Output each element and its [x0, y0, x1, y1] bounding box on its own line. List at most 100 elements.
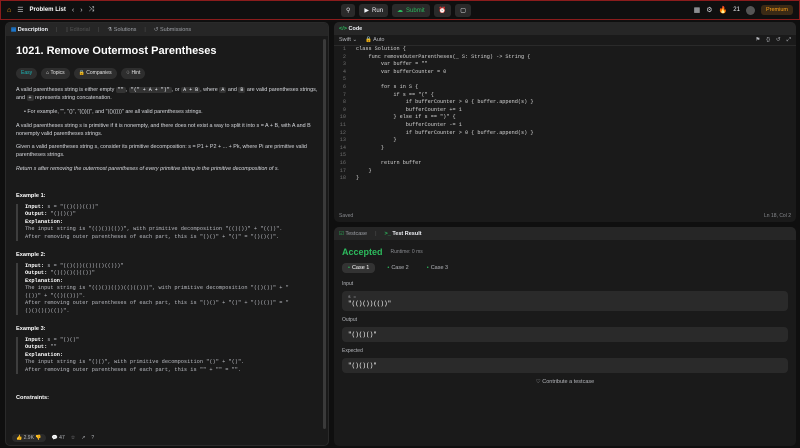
doc-icon: ▤	[11, 26, 17, 33]
code-line[interactable]: 6 for s in S {	[334, 84, 796, 92]
code-line[interactable]: 7 if s == "(" {	[334, 92, 796, 100]
run-button[interactable]: ▶ Run	[359, 4, 389, 17]
case-3-tab[interactable]: • Case 3	[421, 263, 454, 273]
line-number: 8	[342, 99, 346, 106]
streak-icon[interactable]: 🔥	[719, 6, 728, 14]
code-line[interactable]: 12 if bufferCounter > 0 { buffer.append(…	[334, 130, 796, 138]
tab-submissions[interactable]: ↺ Submissions	[154, 27, 191, 33]
flask-icon: ⚗	[107, 26, 113, 33]
auto-toggle[interactable]: 🔒 Auto	[365, 37, 384, 43]
star-icon[interactable]: ☆	[71, 435, 75, 441]
settings-icon[interactable]: ⚙	[706, 6, 712, 14]
hint-button[interactable]: ♢ Hint	[120, 67, 146, 80]
code-line[interactable]: 18}	[334, 175, 796, 183]
code-line[interactable]: 17 }	[334, 168, 796, 176]
tab-testcase[interactable]: ☑ Testcase	[339, 231, 367, 237]
contribute-testcase-link[interactable]: ♡ Contribute a testcase	[334, 379, 796, 385]
problem-list-link[interactable]: Problem List	[30, 7, 66, 13]
code-line[interactable]: 5	[334, 76, 796, 84]
braces-icon[interactable]: {}	[766, 37, 770, 44]
help-icon[interactable]: ?	[91, 435, 94, 441]
case-2-tab[interactable]: • Case 2	[381, 263, 414, 273]
example-3: Input: s = "()()" Output: "" Explanation…	[16, 337, 318, 375]
tab-editorial[interactable]: ▯ Editorial	[65, 27, 89, 33]
tag-row: Easy ⌂ Topics 🔒 Companies ♢ Hint	[16, 67, 318, 80]
code-text: }	[356, 137, 397, 144]
example-2-heading: Example 2:	[16, 251, 46, 258]
comments-button[interactable]: 💬 47	[52, 435, 65, 441]
code-text: if bufferCounter > 0 { buffer.append(s) …	[356, 99, 534, 106]
submit-button[interactable]: ☁ Submit	[392, 4, 430, 17]
avatar[interactable]	[745, 5, 755, 15]
comment-icon: 💬	[51, 435, 58, 441]
debug-button[interactable]: ⚲	[341, 4, 356, 17]
code-text: var bufferCounter = 0	[356, 68, 447, 75]
next-icon[interactable]: ›	[80, 7, 82, 14]
code-line[interactable]: 3 var buffer = ""	[334, 61, 796, 69]
notes-button[interactable]: ▢	[455, 4, 471, 17]
language-select[interactable]: Swift ⌄	[339, 37, 357, 43]
reset-icon[interactable]: ↺	[776, 37, 781, 44]
code-line[interactable]: 14 }	[334, 145, 796, 153]
code-line[interactable]: 9 bufferCounter += 1	[334, 107, 796, 115]
output-value: "()()()"	[342, 327, 788, 342]
tab-solutions[interactable]: ⚗ Solutions	[107, 27, 136, 33]
code-line[interactable]: 8 if bufferCounter > 0 { buffer.append(s…	[334, 99, 796, 107]
code-line[interactable]: 2 func removeOuterParentheses(_ S: Strin…	[334, 54, 796, 62]
code-line[interactable]: 16 return buffer	[334, 160, 796, 168]
paragraph-definition: A valid parentheses string is either emp…	[16, 87, 318, 102]
fullscreen-icon[interactable]: ⤢	[787, 37, 791, 44]
tab-description[interactable]: ▤ Description	[11, 27, 48, 33]
code-line[interactable]: 10 } else if s == ")" {	[334, 114, 796, 122]
scrollbar[interactable]	[323, 39, 326, 429]
line-number: 10	[339, 114, 346, 121]
description-tabs: ▤ Description | ▯ Editorial | ⚗ Solution…	[6, 23, 328, 36]
description-footer: 👍 2.9K 👎 💬 47 ☆ ↗ ?	[10, 431, 326, 445]
line-number: 14	[339, 144, 346, 151]
code-icon: </>	[339, 25, 347, 32]
shuffle-icon[interactable]: ⤨	[89, 6, 95, 14]
bookmark-icon[interactable]: ⚑	[755, 37, 760, 44]
line-number: 4	[342, 68, 346, 75]
checkbox-icon: ☑	[339, 230, 344, 237]
code-line[interactable]: 4 var bufferCounter = 0	[334, 69, 796, 77]
line-number: 15	[339, 152, 346, 159]
input-label: Input	[342, 281, 354, 287]
streak-count: 21	[733, 7, 740, 13]
premium-button[interactable]: Premium	[760, 5, 793, 15]
difficulty-badge: Easy	[16, 67, 38, 80]
code-editor[interactable]: 1 class Solution {2 func removeOuterParen…	[334, 46, 796, 208]
prev-icon[interactable]: ‹	[72, 7, 74, 14]
list-icon[interactable]: ☰	[17, 6, 23, 14]
line-number: 5	[342, 76, 346, 83]
line-number: 11	[339, 121, 346, 128]
thumbs-down-icon: 👎	[35, 435, 42, 441]
code-line[interactable]: 1 class Solution {	[334, 46, 796, 54]
upload-icon: ☁	[397, 8, 404, 14]
status-accepted: Accepted	[342, 247, 383, 257]
description-panel: ▤ Description | ▯ Editorial | ⚗ Solution…	[5, 22, 329, 446]
example-1-heading: Example 1:	[16, 192, 46, 199]
share-icon[interactable]: ↗	[81, 435, 85, 441]
top-bar: ⌂ ☰ Problem List ‹ › ⤨ ⚲ ▶ Run ☁ Submit ⏰ …	[0, 0, 800, 20]
line-number: 3	[342, 61, 346, 68]
code-line[interactable]: 15	[334, 152, 796, 160]
like-button[interactable]: 👍 2.9K 👎	[12, 434, 46, 442]
topics-button[interactable]: ⌂ Topics	[41, 67, 70, 80]
tab-code[interactable]: </> Code	[339, 26, 362, 32]
case-tabs: • Case 1 • Case 2 • Case 3	[334, 261, 796, 277]
cursor-position: Ln 18, Col 2	[764, 213, 791, 219]
bug-icon: ⚲	[346, 8, 351, 14]
case-1-tab[interactable]: • Case 1	[342, 263, 376, 273]
companies-button[interactable]: 🔒 Companies	[73, 67, 117, 80]
code-line[interactable]: 13 }	[334, 137, 796, 145]
saved-status: Saved	[339, 213, 354, 219]
tab-test-result[interactable]: >_ Test Result	[385, 231, 422, 237]
tag-icon: ⌂	[46, 69, 50, 76]
bulb-icon: ♢	[125, 69, 131, 76]
logo-icon[interactable]: ⌂	[7, 7, 11, 14]
paragraph-return: Return s after removing the outermost pa…	[16, 165, 280, 172]
timer-button[interactable]: ⏰	[433, 4, 452, 17]
layout-icon[interactable]: ▦	[694, 6, 701, 14]
code-line[interactable]: 11 bufferCounter -= 1	[334, 122, 796, 130]
